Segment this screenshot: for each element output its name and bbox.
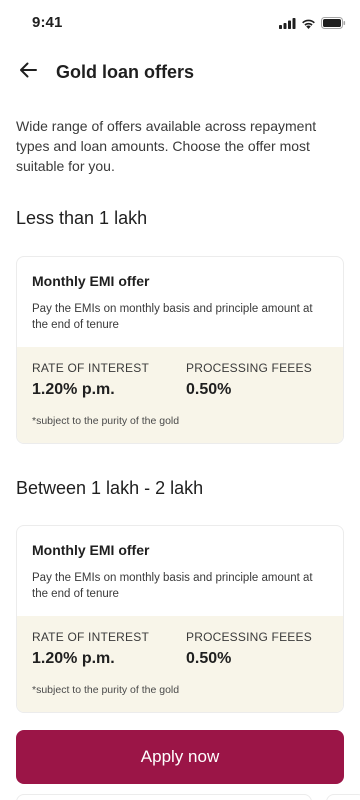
wifi-icon [301,16,316,34]
gold-loan-offers-screen: 9:41 Gold loan offers Wide range of offe… [0,0,360,800]
back-button[interactable] [14,58,42,86]
fee-value: 0.50% [186,650,232,667]
rate-value: 1.20% p.m. [32,650,115,667]
offer-description: Pay the EMIs on monthly basis and princi… [32,303,313,331]
offer-card[interactable]: Monthly EMI offer Pay the EMIs on monthl… [16,525,344,713]
offer-description: Pay the EMIs on monthly basis and princi… [32,572,313,600]
offer-card-details: Rate of interest 1.20% p.m. Processing f… [17,616,343,712]
intro-text: Wide range of offers available across re… [16,118,317,174]
purity-note: *subject to the purity of the gold [32,415,180,427]
status-icons [279,16,346,34]
rate-label: Rate of interest [32,630,149,644]
app-header: Gold loan offers [0,50,360,94]
offer-title: Monthly EMI offer [32,273,150,289]
purity-note: *subject to the purity of the gold [32,684,180,696]
offer-card[interactable]: Monthly EMI offer Pay the EMIs on monthl… [16,256,344,444]
offer-card-header: Monthly EMI offer Pay the EMIs on monthl… [17,526,343,616]
fee-label: Processing feees [186,361,312,375]
processing-fees: Processing feees 0.50% [186,630,312,668]
processing-fees: Processing feees 0.50% [186,361,312,399]
apply-now-button[interactable]: Apply now [16,730,344,784]
offer-card-details: Rate of interest 1.20% p.m. Processing f… [17,347,343,443]
status-bar: 9:41 [0,0,360,44]
signal-icon [279,16,296,34]
arrow-left-icon [18,60,38,85]
fee-label: Processing feees [186,630,312,644]
status-time: 9:41 [32,14,63,31]
page-title: Gold loan offers [56,62,195,82]
rate-value: 1.20% p.m. [32,381,115,398]
rate-label: Rate of interest [32,361,149,375]
offer-card-peek[interactable] [326,794,360,800]
offer-title: Monthly EMI offer [32,542,150,558]
fee-value: 0.50% [186,381,232,398]
rate-of-interest: Rate of interest 1.20% p.m. [32,630,149,668]
offer-card-header: Monthly EMI offer Pay the EMIs on monthl… [17,257,343,347]
battery-icon [321,16,346,34]
section-title: Between 1 lakh - 2 lakh [16,478,204,498]
rate-of-interest: Rate of interest 1.20% p.m. [32,361,149,399]
section-title: Less than 1 lakh [16,208,148,228]
offer-card-peek[interactable] [16,794,312,800]
